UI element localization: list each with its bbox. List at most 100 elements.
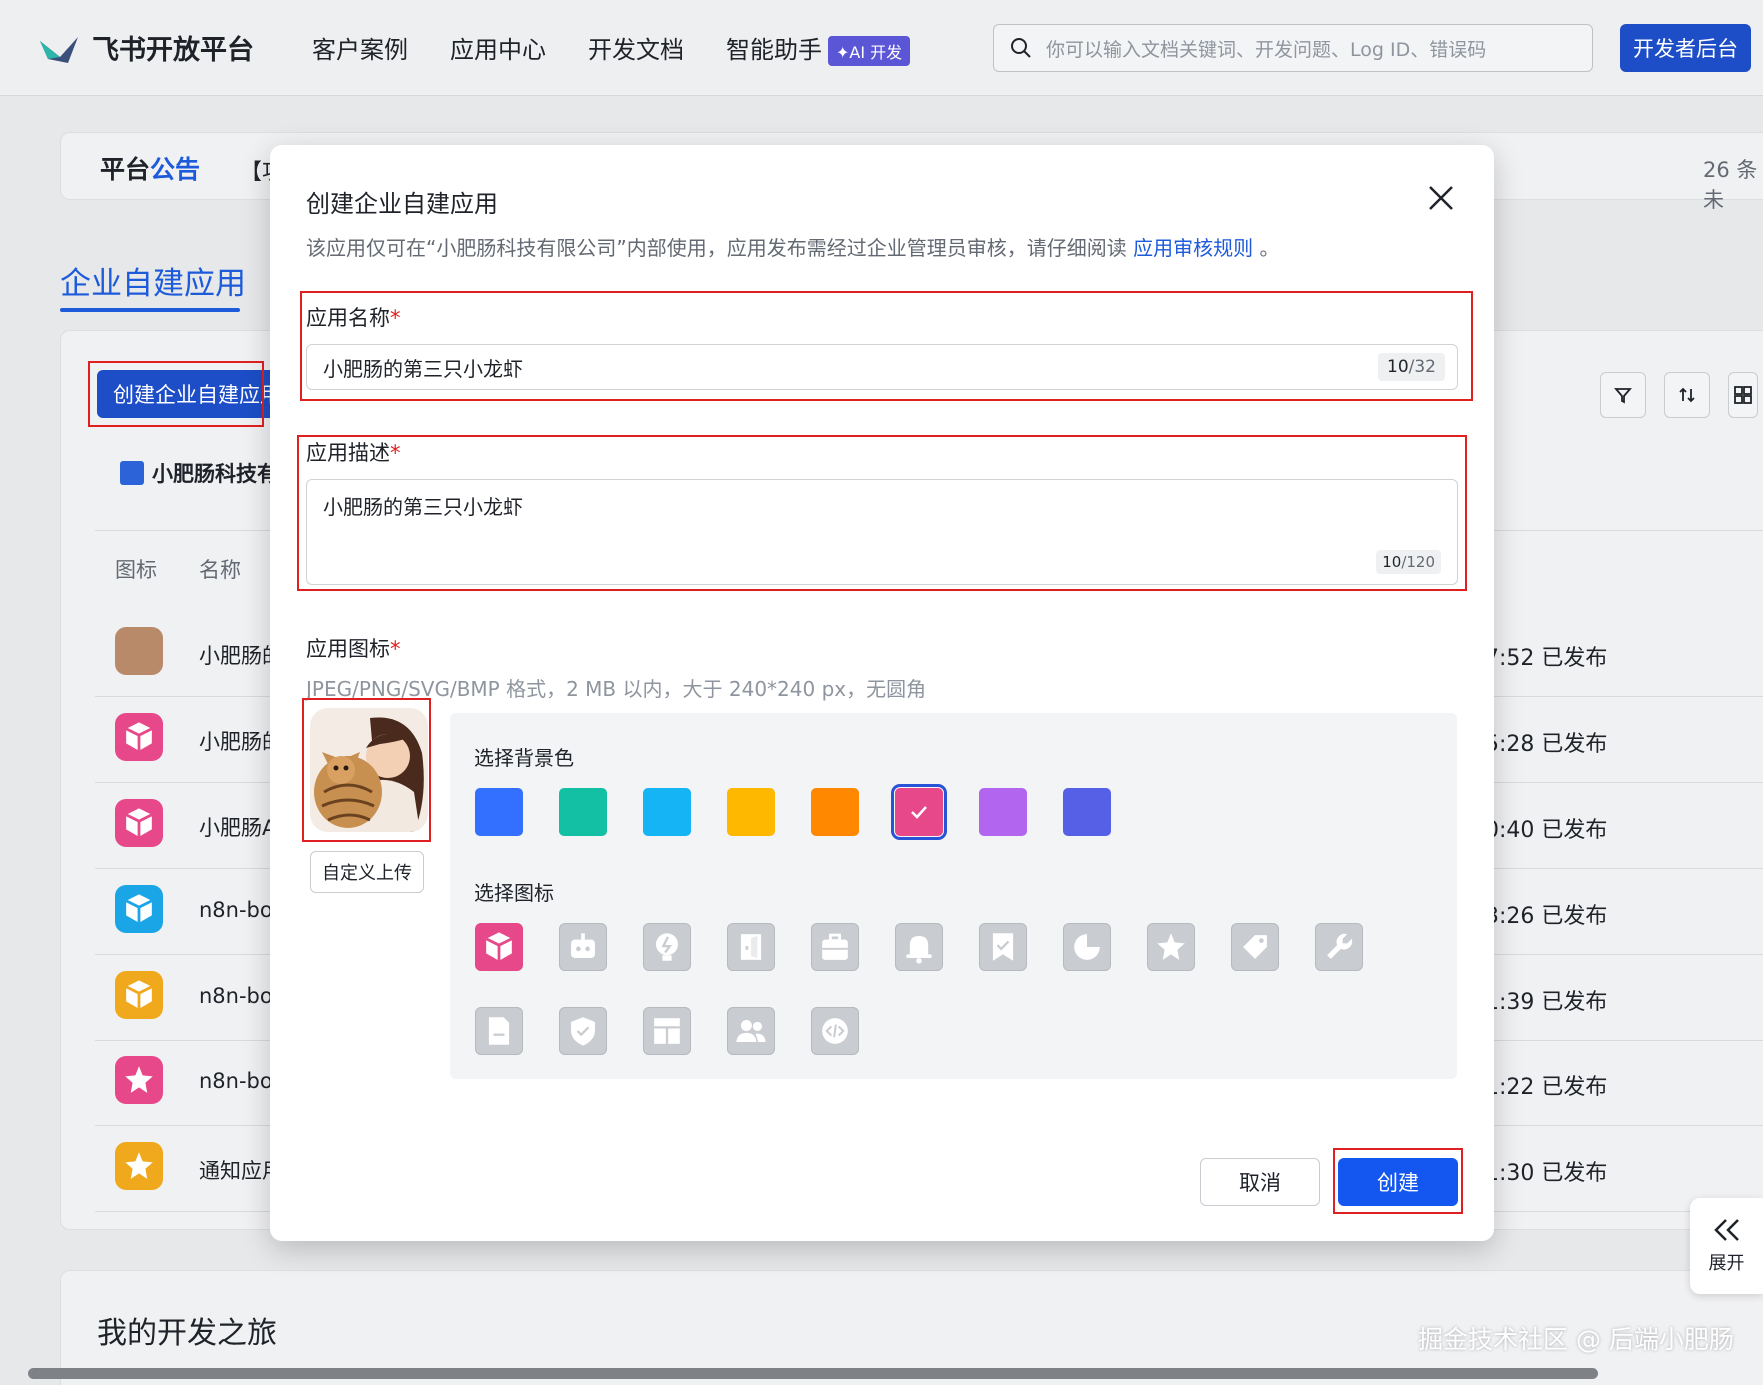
logo[interactable]: 飞书开放平台 [38, 28, 254, 67]
icon-option[interactable] [895, 923, 943, 971]
grid-view-button[interactable] [1728, 372, 1758, 418]
app-icon [115, 1056, 163, 1104]
filter-button[interactable] [1600, 372, 1646, 418]
close-icon [1429, 186, 1453, 210]
icon-option[interactable] [727, 923, 775, 971]
app-name-counter: 10/32 [1378, 353, 1445, 381]
icon-option[interactable] [1315, 923, 1363, 971]
app-status: 5:28 已发布 [1485, 732, 1608, 757]
journey-title: 我的开发之旅 [97, 1316, 277, 1351]
create-button[interactable]: 创建 [1338, 1158, 1458, 1206]
logo-text: 飞书开放平台 [92, 35, 254, 66]
app-name[interactable]: n8n-bot [199, 984, 281, 1008]
check-icon [911, 806, 927, 819]
custom-upload-button[interactable]: 自定义上传 [310, 851, 424, 893]
icon-option[interactable] [811, 923, 859, 971]
highlight-box [88, 361, 264, 427]
app-description-value: 小肥肠的第三只小龙虾 [323, 495, 523, 519]
icon-option[interactable] [1063, 923, 1111, 971]
icon-pick-label: 选择图标 [474, 881, 554, 905]
icon-option[interactable] [559, 1007, 607, 1055]
expand-button[interactable]: 展开 [1690, 1198, 1763, 1294]
tab-custom-apps[interactable]: 企业自建应用 [60, 258, 246, 303]
icon-option[interactable] [475, 923, 523, 971]
app-name-field[interactable]: 小肥肠的第三只小龙虾 10/32 [306, 344, 1458, 390]
icon-option[interactable] [559, 923, 607, 971]
app-icon [115, 971, 163, 1019]
bg-color-swatch[interactable] [727, 788, 775, 836]
chevron-double-left-icon [1713, 1219, 1739, 1241]
nav-app-center[interactable]: 应用中心 [450, 30, 546, 65]
dialog-title: 创建企业自建应用 [306, 190, 498, 218]
announcement-title: 平台公告 [100, 155, 201, 184]
bg-color-swatch[interactable] [475, 788, 523, 836]
app-name[interactable]: 小肥肠A [199, 812, 276, 842]
bulb-icon [656, 933, 678, 961]
bg-color-swatch[interactable] [811, 788, 859, 836]
app-name-label: 应用名称* [306, 306, 401, 330]
bg-color-swatch[interactable] [979, 788, 1027, 836]
app-icon [115, 1142, 163, 1190]
app-status: 7:52 已发布 [1485, 646, 1608, 671]
cube-icon [485, 932, 513, 961]
close-button[interactable] [1424, 181, 1458, 215]
grid-icon [1734, 386, 1752, 404]
layout-icon [654, 1018, 680, 1044]
column-header-icon: 图标 [115, 558, 157, 582]
watermark: 掘金技术社区 @ 后端小肥肠 [1418, 1325, 1734, 1354]
bg-color-swatch[interactable] [891, 784, 947, 840]
bg-color-label: 选择背景色 [474, 746, 574, 770]
tag-icon [1243, 935, 1267, 959]
icon-option[interactable] [643, 1007, 691, 1055]
users-icon [736, 1020, 766, 1042]
icon-option[interactable] [979, 923, 1027, 971]
cancel-button[interactable]: 取消 [1200, 1158, 1320, 1206]
column-header-name: 名称 [199, 558, 241, 582]
org-icon [120, 461, 144, 485]
icon-option[interactable] [643, 923, 691, 971]
feishu-logo-icon [38, 29, 80, 67]
app-description-field[interactable]: 小肥肠的第三只小龙虾 10/120 [306, 479, 1458, 585]
app-name[interactable]: n8n-bot [199, 898, 281, 922]
door-icon [740, 934, 762, 960]
app-status: 1:39 已发布 [1485, 990, 1608, 1015]
developer-console-button[interactable]: 开发者后台 [1620, 24, 1751, 72]
app-name[interactable]: n8n-bot [199, 1069, 281, 1093]
app-icon [115, 799, 163, 847]
app-icon-preview [310, 708, 428, 832]
app-name-value: 小肥肠的第三只小龙虾 [323, 356, 523, 381]
app-status: 1:22 已发布 [1485, 1075, 1608, 1100]
icon-option[interactable] [727, 1007, 775, 1055]
review-rules-link[interactable]: 应用审核规则 [1133, 236, 1253, 260]
icon-option[interactable] [811, 1007, 859, 1055]
ai-badge: ✦AI 开发 [828, 36, 911, 66]
search-input[interactable]: 你可以输入文档关键词、开发问题、Log ID、错误码 [993, 24, 1593, 72]
icon-option[interactable] [1147, 923, 1195, 971]
horizontal-scrollbar[interactable] [28, 1368, 1598, 1379]
icon-option[interactable] [1231, 923, 1279, 971]
bg-color-swatch[interactable] [643, 788, 691, 836]
org-name: 小肥肠科技有 [120, 458, 278, 488]
app-description-label: 应用描述* [306, 441, 401, 465]
robot-icon [571, 933, 595, 958]
bg-color-swatch[interactable] [1063, 788, 1111, 836]
wrench-icon [1327, 933, 1353, 959]
app-icon-label: 应用图标* [306, 637, 401, 661]
nav-assistant[interactable]: 智能助手 [726, 30, 822, 65]
nav-docs[interactable]: 开发文档 [588, 30, 684, 65]
search-icon [1011, 38, 1031, 58]
code-icon [822, 1018, 848, 1044]
icon-option[interactable] [475, 1007, 523, 1055]
search-placeholder: 你可以输入文档关键词、开发问题、Log ID、错误码 [1046, 38, 1487, 61]
app-avatar [115, 627, 163, 675]
dialog-description: 该应用仅可在“小肥肠科技有限公司”内部使用，应用发布需经过企业管理员审核，请仔细… [306, 236, 1280, 260]
app-status: 3:26 已发布 [1485, 904, 1608, 929]
bg-color-swatch[interactable] [559, 788, 607, 836]
bookmark-icon [992, 933, 1014, 961]
nav-cases[interactable]: 客户案例 [312, 30, 408, 65]
app-icon [115, 713, 163, 761]
sort-button[interactable] [1664, 372, 1710, 418]
tab-indicator [60, 308, 240, 312]
announcement-count[interactable]: 26 条未 [1703, 154, 1763, 214]
briefcase-icon [822, 933, 848, 960]
